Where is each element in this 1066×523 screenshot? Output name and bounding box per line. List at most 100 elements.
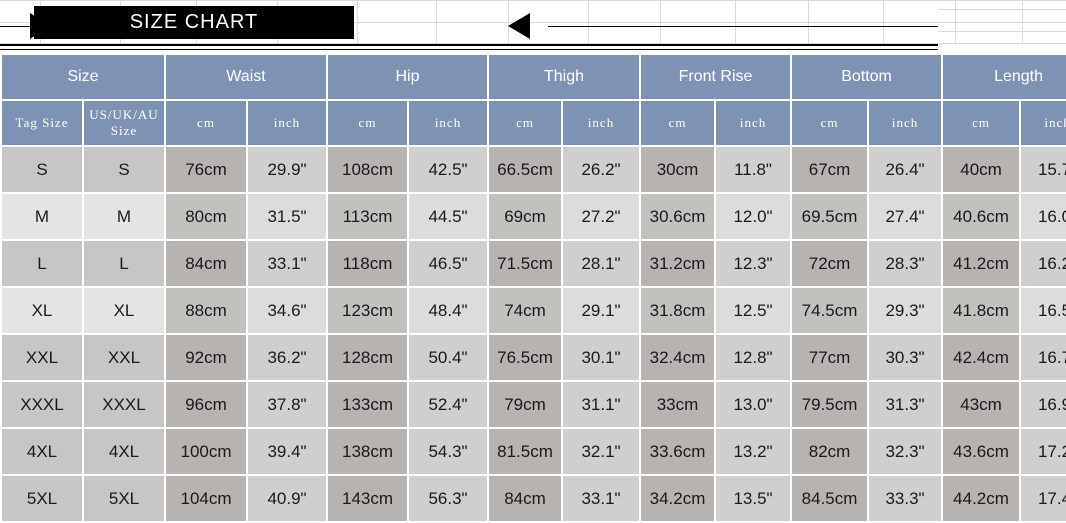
group-header-thigh: Thigh <box>489 55 640 99</box>
cell-bottom-cm: 82cm <box>792 429 868 474</box>
cell-front-rise-inch: 12.5" <box>716 288 791 333</box>
unit-header-bottom-inch: inch <box>869 101 942 145</box>
cell-length-cm: 41.2cm <box>943 241 1020 286</box>
cell-front-rise-cm: 33cm <box>641 382 715 427</box>
cell-bottom-inch: 30.3" <box>869 335 942 380</box>
cell-hip-cm: 143cm <box>328 476 407 521</box>
cell-hip-cm: 138cm <box>328 429 407 474</box>
table-row: XXXL XXXL 96cm 37.8" 133cm 52.4" 79cm 31.1" 33cm… <box>2 382 1066 427</box>
cell-bottom-cm: 84.5cm <box>792 476 868 521</box>
cell-front-rise-inch: 13.5" <box>716 476 791 521</box>
group-header-row: Size Waist Hip Thigh Front Rise Bottom L… <box>2 55 1066 99</box>
size-chart-table: Size Waist Hip Thigh Front Rise Bottom L… <box>0 53 1066 523</box>
banner-divider-thick <box>0 44 938 46</box>
cell-thigh-inch: 29.1" <box>563 288 640 333</box>
cell-us-size: XXL <box>84 335 164 380</box>
cell-waist-inch: 33.1" <box>248 241 326 286</box>
cell-length-inch: 15.7" <box>1021 147 1066 192</box>
cell-thigh-inch: 26.2" <box>563 147 640 192</box>
cell-length-inch: 16.2" <box>1021 241 1066 286</box>
table-body: S S 76cm 29.9" 108cm 42.5" 66.5cm 26.2" 30cm 11.8… <box>2 147 1066 521</box>
cell-length-cm: 44.2cm <box>943 476 1020 521</box>
cell-length-inch: 17.2" <box>1021 429 1066 474</box>
table-row: L L 84cm 33.1" 118cm 46.5" 71.5cm 28.1" 31.2cm 12… <box>2 241 1066 286</box>
cell-front-rise-inch: 12.0" <box>716 194 791 239</box>
unit-header-hip-inch: inch <box>409 101 488 145</box>
table-row: XXL XXL 92cm 36.2" 128cm 50.4" 76.5cm 30.1" 32.4… <box>2 335 1066 380</box>
cell-bottom-inch: 32.3" <box>869 429 942 474</box>
cell-tag-size: 4XL <box>2 429 82 474</box>
cell-length-inch: 16.0" <box>1021 194 1066 239</box>
group-header-length: Length <box>943 55 1066 99</box>
cell-thigh-inch: 33.1" <box>563 476 640 521</box>
cell-length-inch: 16.5" <box>1021 288 1066 333</box>
group-header-hip: Hip <box>328 55 488 99</box>
group-header-waist: Waist <box>166 55 326 99</box>
cell-front-rise-inch: 11.8" <box>716 147 791 192</box>
cell-us-size: XL <box>84 288 164 333</box>
cell-thigh-cm: 66.5cm <box>489 147 562 192</box>
unit-header-hip-cm: cm <box>328 101 407 145</box>
cell-bottom-cm: 74.5cm <box>792 288 868 333</box>
unit-header-waist-cm: cm <box>166 101 246 145</box>
cell-hip-cm: 123cm <box>328 288 407 333</box>
unit-header-front-rise-inch: inch <box>716 101 791 145</box>
cell-waist-cm: 104cm <box>166 476 246 521</box>
cell-length-cm: 41.8cm <box>943 288 1020 333</box>
cell-waist-inch: 29.9" <box>248 147 326 192</box>
unit-header-us-uk-au-size: US/UK/AU Size <box>84 101 164 145</box>
cell-thigh-cm: 71.5cm <box>489 241 562 286</box>
cell-hip-cm: 133cm <box>328 382 407 427</box>
group-header-bottom: Bottom <box>792 55 942 99</box>
cell-waist-inch: 34.6" <box>248 288 326 333</box>
cell-hip-inch: 42.5" <box>409 147 488 192</box>
cell-hip-cm: 113cm <box>328 194 407 239</box>
cell-waist-inch: 40.9" <box>248 476 326 521</box>
cell-waist-cm: 76cm <box>166 147 246 192</box>
cell-thigh-inch: 30.1" <box>563 335 640 380</box>
cell-hip-inch: 48.4" <box>409 288 488 333</box>
banner-flag-right-icon <box>508 13 530 39</box>
cell-tag-size: XXXL <box>2 382 82 427</box>
cell-length-inch: 16.7" <box>1021 335 1066 380</box>
cell-front-rise-cm: 33.6cm <box>641 429 715 474</box>
cell-us-size: 4XL <box>84 429 164 474</box>
cell-front-rise-cm: 31.8cm <box>641 288 715 333</box>
cell-thigh-inch: 28.1" <box>563 241 640 286</box>
cell-bottom-inch: 31.3" <box>869 382 942 427</box>
table-row: S S 76cm 29.9" 108cm 42.5" 66.5cm 26.2" 30cm 11.8… <box>2 147 1066 192</box>
unit-header-thigh-inch: inch <box>563 101 640 145</box>
cell-us-size: XXXL <box>84 382 164 427</box>
cell-tag-size: XL <box>2 288 82 333</box>
cell-bottom-cm: 72cm <box>792 241 868 286</box>
cell-hip-inch: 44.5" <box>409 194 488 239</box>
cell-thigh-inch: 27.2" <box>563 194 640 239</box>
cell-waist-cm: 100cm <box>166 429 246 474</box>
cell-hip-cm: 108cm <box>328 147 407 192</box>
cell-waist-inch: 39.4" <box>248 429 326 474</box>
unit-header-length-cm: cm <box>943 101 1020 145</box>
cell-front-rise-cm: 32.4cm <box>641 335 715 380</box>
table-head: Size Waist Hip Thigh Front Rise Bottom L… <box>2 55 1066 145</box>
cell-length-cm: 40cm <box>943 147 1020 192</box>
cell-thigh-cm: 81.5cm <box>489 429 562 474</box>
cell-hip-cm: 118cm <box>328 241 407 286</box>
cell-length-inch: 16.9" <box>1021 382 1066 427</box>
banner-rule-left <box>0 26 30 27</box>
table-row: 4XL 4XL 100cm 39.4" 138cm 54.3" 81.5cm 32.1" 33.… <box>2 429 1066 474</box>
cell-waist-inch: 37.8" <box>248 382 326 427</box>
table-row: 5XL 5XL 104cm 40.9" 143cm 56.3" 84cm 33.1" 34.2c… <box>2 476 1066 521</box>
cell-tag-size: L <box>2 241 82 286</box>
cell-hip-inch: 50.4" <box>409 335 488 380</box>
cell-front-rise-cm: 30.6cm <box>641 194 715 239</box>
cell-length-cm: 42.4cm <box>943 335 1020 380</box>
unit-header-thigh-cm: cm <box>489 101 562 145</box>
cell-front-rise-inch: 12.3" <box>716 241 791 286</box>
cell-bottom-inch: 29.3" <box>869 288 942 333</box>
cell-waist-cm: 96cm <box>166 382 246 427</box>
us-uk-au-line2: Size <box>110 123 138 138</box>
table-row: M M 80cm 31.5" 113cm 44.5" 69cm 27.2" 30.6cm 12.0… <box>2 194 1066 239</box>
cell-thigh-cm: 69cm <box>489 194 562 239</box>
cell-front-rise-inch: 12.8" <box>716 335 791 380</box>
cell-length-cm: 43cm <box>943 382 1020 427</box>
